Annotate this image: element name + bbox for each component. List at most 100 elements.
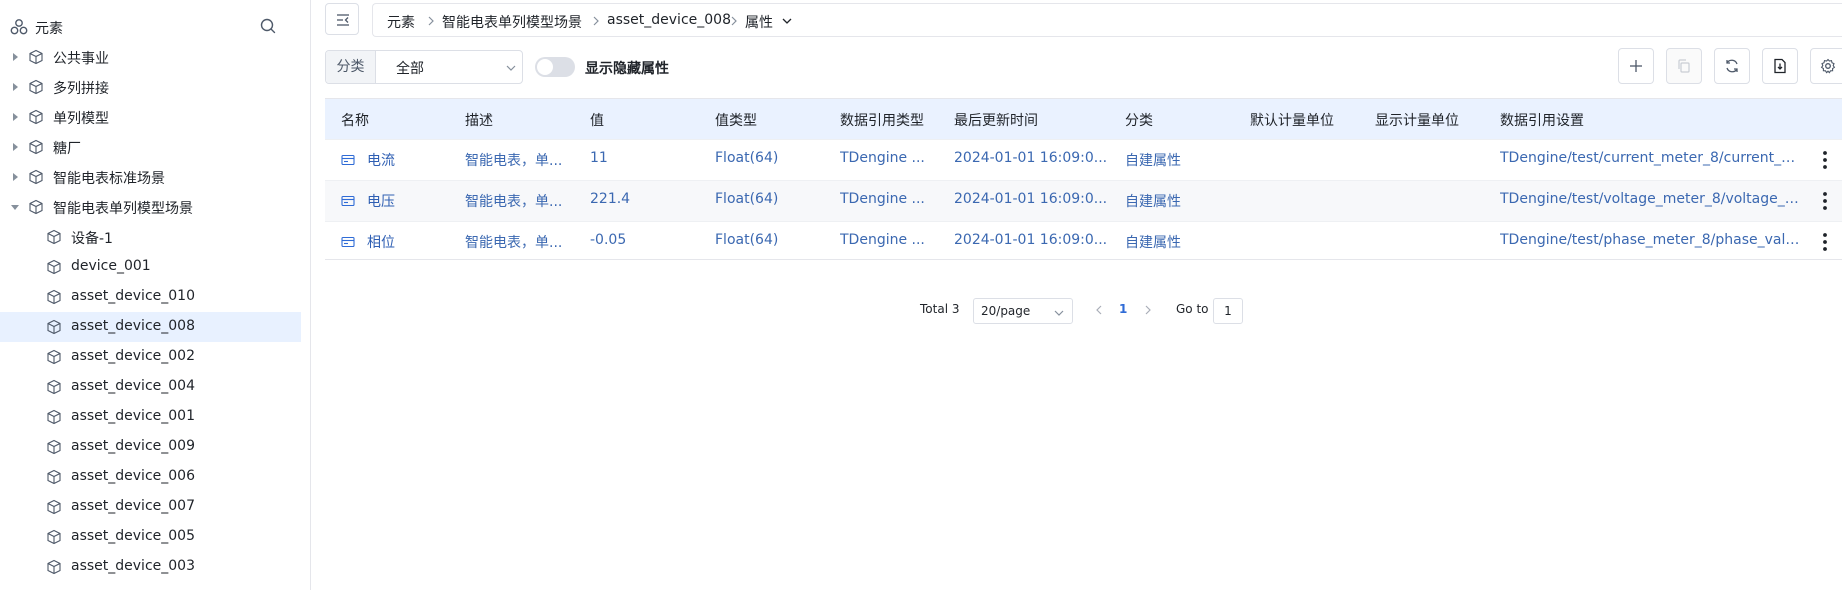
table-row[interactable]: 电流 智能电表，单... 11 Float(64) TDengine ... 2024-0… (325, 139, 1842, 180)
tree-item-label: asset_device_001 (71, 408, 195, 424)
refresh-icon (1726, 59, 1738, 73)
column-header: 值 (590, 113, 604, 129)
tree-item-label: asset_device_010 (71, 288, 195, 304)
copy-button[interactable] (1666, 48, 1702, 84)
show-hidden-label: 显示隐藏属性 (585, 61, 669, 77)
cube-icon (29, 139, 43, 155)
refresh-button[interactable] (1714, 48, 1750, 84)
tree-item[interactable]: 设备-1 (0, 222, 301, 252)
tree-item[interactable]: 多列拼接 (0, 72, 301, 102)
tree-item[interactable]: asset_device_006 (0, 462, 301, 492)
attribute-icon (341, 154, 355, 166)
next-page-icon[interactable] (1142, 304, 1154, 316)
cell-type: Float(64) (715, 150, 779, 166)
cell-updated: 2024-01-01 16:09:0... (954, 150, 1108, 166)
tree-item[interactable]: asset_device_003 (0, 552, 301, 582)
add-button[interactable] (1618, 48, 1654, 84)
breadcrumb-item-root[interactable]: 元素 (387, 12, 415, 32)
tree-item[interactable]: 单列模型 (0, 102, 301, 132)
tree-item[interactable]: asset_device_008 (0, 312, 301, 342)
caret-right-icon[interactable] (9, 111, 21, 123)
tree-item-label: asset_device_007 (71, 498, 195, 514)
cell-ref-setting: TDengine/test/phase_meter_8/phase_value (1500, 232, 1800, 248)
toggle-knob (537, 59, 553, 75)
tree-item[interactable]: 智能电表标准场景 (0, 162, 301, 192)
tree-item[interactable]: asset_device_002 (0, 342, 301, 372)
tree-item-label: asset_device_008 (71, 318, 195, 334)
tree-item[interactable]: asset_device_001 (0, 402, 301, 432)
gear-icon (1820, 58, 1836, 74)
table-row[interactable]: 电压 智能电表，单... 221.4 Float(64) TDengine ... 202… (325, 180, 1842, 221)
settings-button[interactable] (1810, 48, 1842, 84)
tree-item[interactable]: asset_device_007 (0, 492, 301, 522)
chevron-down-icon[interactable] (782, 16, 792, 26)
cell-name[interactable]: 电流 (367, 150, 395, 170)
collapse-sidebar-button[interactable] (325, 3, 359, 35)
goto-page-input[interactable] (1213, 298, 1243, 324)
tree-item-label: asset_device_003 (71, 558, 195, 574)
sidebar: 元素 公共事业多列拼接单列模型糖厂智能电表标准场景智能电表单列模型场景设备-1 d… (0, 0, 311, 590)
collapse-menu-icon (337, 14, 349, 26)
tree-item-label: asset_device_002 (71, 348, 195, 364)
breadcrumb-item-attributes[interactable]: 属性 (745, 12, 773, 32)
category-filter-value[interactable]: 全部 (396, 58, 424, 78)
prev-page-icon[interactable] (1093, 304, 1105, 316)
show-hidden-toggle[interactable] (535, 57, 575, 77)
caret-right-icon[interactable] (9, 81, 21, 93)
tree-item-label: asset_device_006 (71, 468, 195, 484)
attribute-icon (341, 195, 355, 207)
tree-item-label: 智能电表单列模型场景 (53, 201, 193, 217)
cell-name[interactable]: 相位 (367, 232, 395, 252)
tree-item[interactable]: asset_device_009 (0, 432, 301, 462)
more-vertical-icon[interactable] (1813, 189, 1837, 213)
caret-right-icon[interactable] (9, 171, 21, 183)
export-file-icon (1774, 58, 1786, 74)
export-button[interactable] (1762, 48, 1798, 84)
tree-item-label: 设备-1 (71, 231, 113, 247)
breadcrumb-item-device[interactable]: asset_device_008 (607, 12, 731, 28)
tree-item[interactable]: 智能电表单列模型场景 (0, 192, 301, 222)
more-vertical-icon[interactable] (1813, 230, 1837, 254)
tree-item[interactable]: asset_device_010 (0, 282, 301, 312)
more-vertical-icon[interactable] (1813, 148, 1837, 172)
cube-icon (29, 109, 43, 125)
breadcrumb-item-scene[interactable]: 智能电表单列模型场景 (442, 12, 582, 32)
tree-item[interactable]: asset_device_004 (0, 372, 301, 402)
column-header: 分类 (1125, 113, 1153, 129)
cube-icon (29, 79, 43, 95)
breadcrumb: 元素 智能电表单列模型场景 asset_device_008 属性 (372, 3, 1842, 37)
tree-item[interactable]: device_001 (0, 252, 301, 282)
cube-icon (47, 499, 61, 515)
cell-ref-type: TDengine ... (840, 191, 925, 207)
cell-desc: 智能电表，单... (465, 153, 563, 169)
caret-down-icon[interactable] (9, 201, 21, 213)
tree-item-label: 公共事业 (53, 51, 109, 67)
table-row[interactable]: 相位 智能电表，单... -0.05 Float(64) TDengine ... 202… (325, 221, 1842, 262)
cell-ref-type: TDengine ... (840, 150, 925, 166)
cell-name[interactable]: 电压 (367, 191, 395, 211)
caret-right-icon[interactable] (9, 141, 21, 153)
tree-item-label: asset_device_009 (71, 438, 195, 454)
elements-logo-icon (10, 19, 28, 35)
cell-ref-setting: TDengine/test/current_meter_8/current_va… (1500, 150, 1800, 166)
cell-updated: 2024-01-01 16:09:0... (954, 191, 1108, 207)
cube-icon (29, 49, 43, 65)
cell-category: 自建属性 (1125, 235, 1181, 251)
tree-item[interactable]: 公共事业 (0, 42, 301, 72)
cell-desc: 智能电表，单... (465, 235, 563, 251)
cube-icon (47, 529, 61, 545)
tree-item-label: 单列模型 (53, 111, 109, 127)
attribute-icon (341, 236, 355, 248)
table-header: 名称 描述 值 值类型 数据引用类型 最后更新时间 分类 默认计量单位 显示计量单位 数据引用设置 (325, 99, 1842, 139)
page-number-current[interactable]: 1 (1119, 302, 1127, 316)
search-icon[interactable] (258, 16, 278, 36)
chevron-right-icon (428, 16, 434, 26)
tree-item-label: 智能电表标准场景 (53, 171, 165, 187)
tree-item[interactable]: 糖厂 (0, 132, 301, 162)
tree-item[interactable]: asset_device_005 (0, 522, 301, 552)
category-filter[interactable]: 分类 全部 (325, 50, 523, 84)
caret-right-icon[interactable] (9, 51, 21, 63)
sidebar-header: 元素 (0, 12, 300, 42)
page-size-value: 20/page (981, 304, 1031, 318)
page-size-select[interactable]: 20/page (973, 298, 1073, 324)
